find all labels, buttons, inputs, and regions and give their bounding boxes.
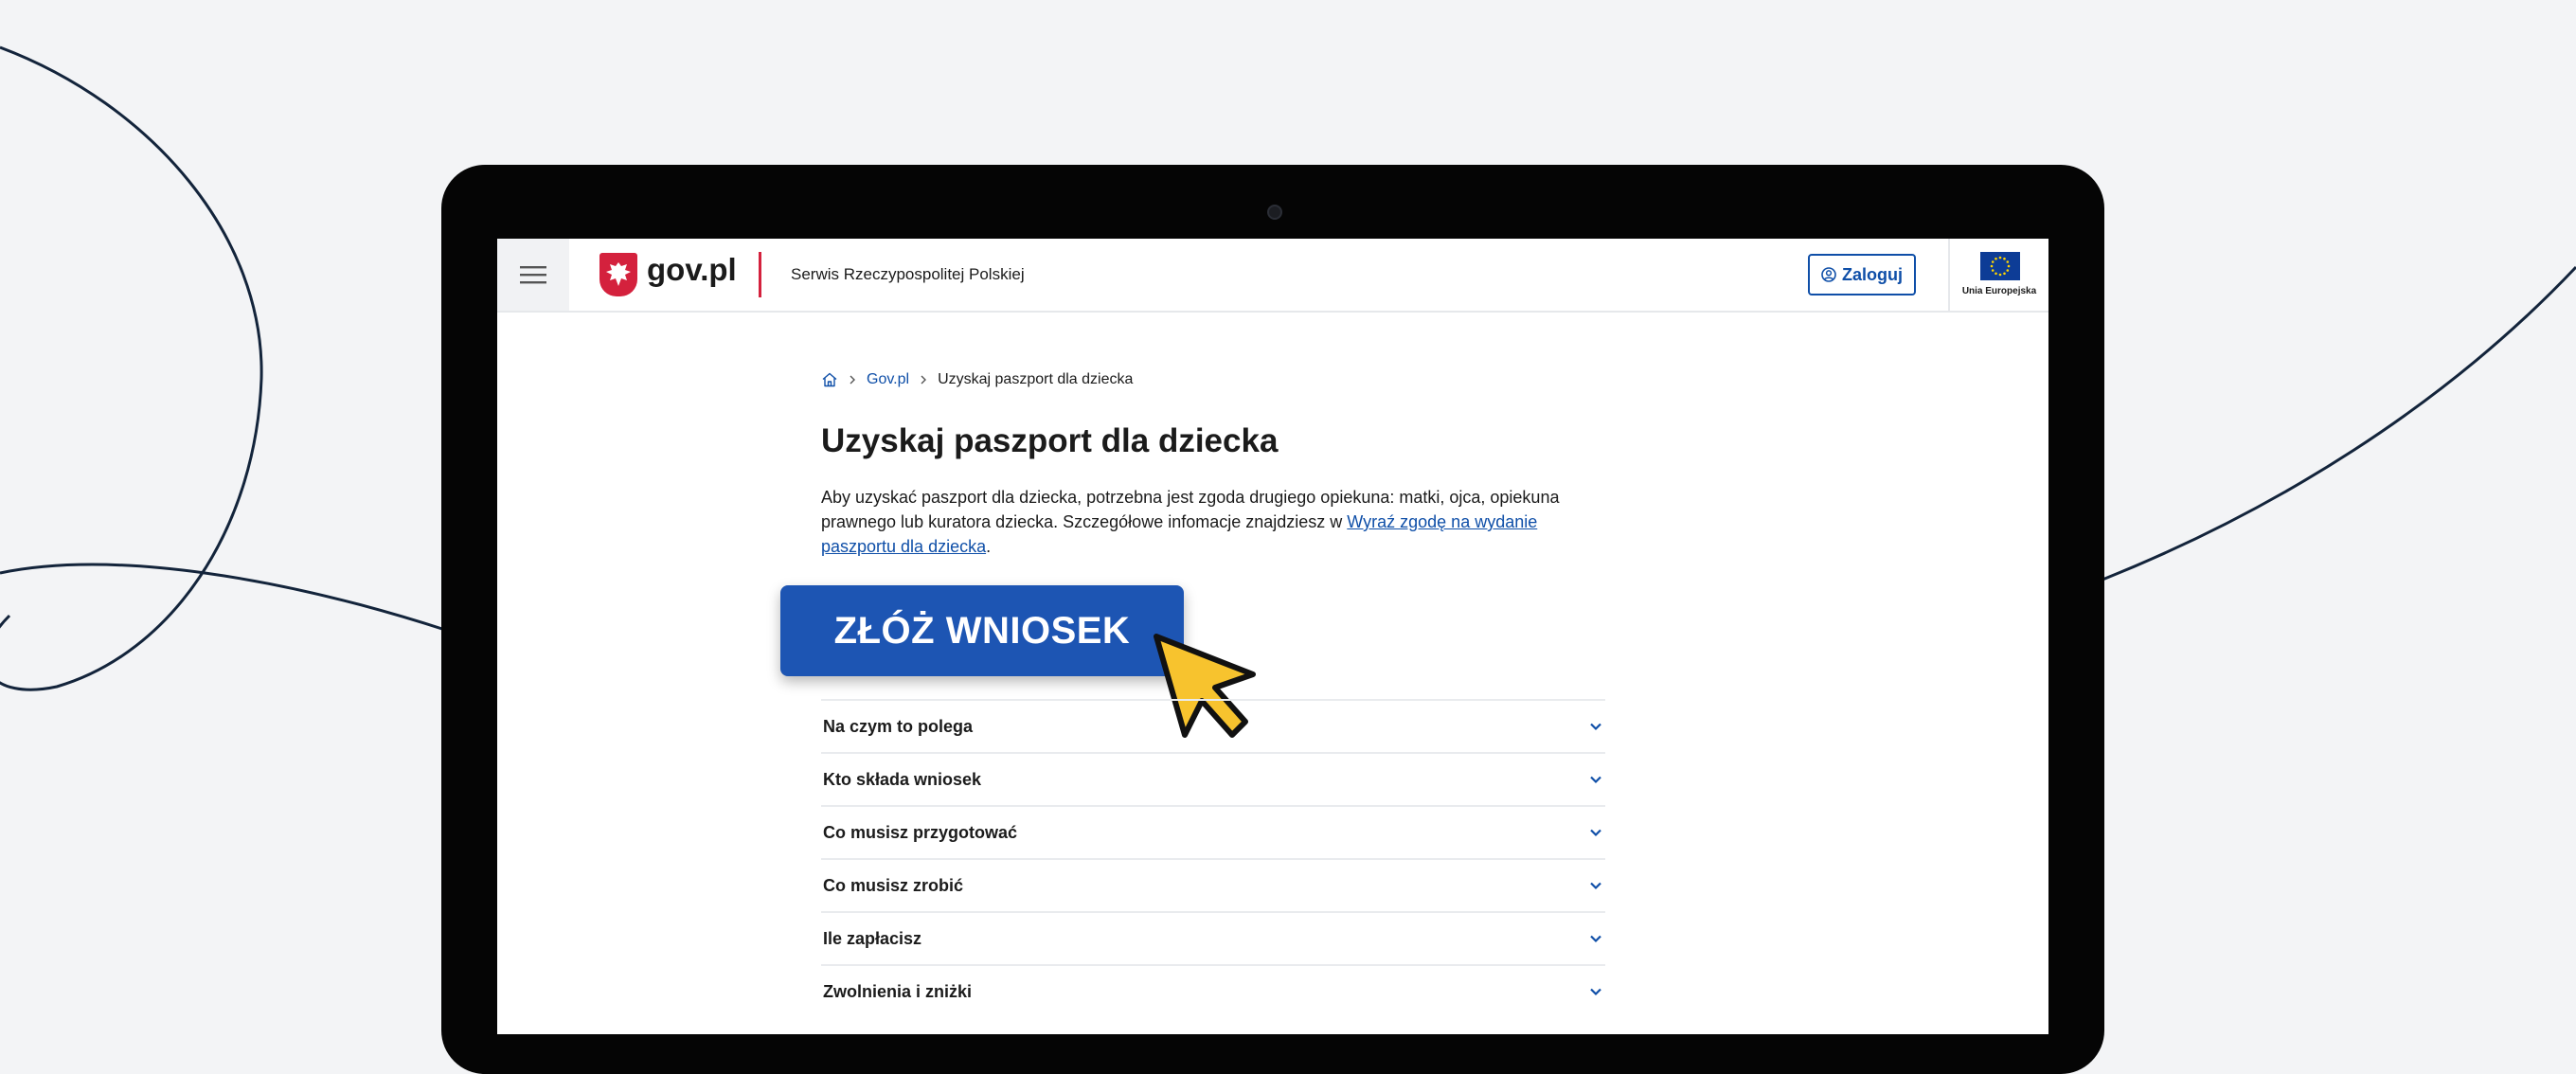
accordion-item[interactable]: Co musisz przygotować xyxy=(821,805,1605,858)
chevron-down-icon xyxy=(1590,882,1601,890)
webcam xyxy=(1267,205,1282,220)
eu-logo: Unia Europejska xyxy=(1948,239,2048,311)
chevron-down-icon xyxy=(1590,988,1601,996)
hamburger-icon xyxy=(520,266,546,284)
intro-end: . xyxy=(986,537,992,556)
logo-divider xyxy=(759,252,761,297)
accordion-item[interactable]: Na czym to polega xyxy=(821,699,1605,752)
eu-flag-icon xyxy=(1980,252,2020,280)
chevron-down-icon xyxy=(1590,935,1601,943)
browser-screen: gov.pl Serwis Rzeczypospolitej Polskiej … xyxy=(497,239,2048,1034)
chevron-right-icon xyxy=(921,375,927,385)
accordion-item[interactable]: Kto składa wniosek xyxy=(821,752,1605,805)
accordion-item[interactable]: Co musisz zrobić xyxy=(821,858,1605,911)
submit-application-button[interactable]: ZŁÓŻ WNIOSEK xyxy=(780,585,1184,676)
menu-button[interactable] xyxy=(497,239,569,311)
eu-label: Unia Europejska xyxy=(1961,286,2037,296)
accordion-item[interactable]: Ile zapłacisz xyxy=(821,911,1605,964)
user-circle-icon xyxy=(1821,267,1836,282)
gov-logo-text[interactable]: gov.pl xyxy=(647,252,737,288)
accordion-item[interactable]: Zwolnienia i zniżki xyxy=(821,964,1605,1017)
chevron-right-icon xyxy=(850,375,855,385)
login-label: Zaloguj xyxy=(1842,264,1903,284)
breadcrumb: Gov.pl Uzyskaj paszport dla dziecka xyxy=(821,371,1133,388)
chevron-down-icon xyxy=(1590,829,1601,837)
breadcrumb-link-gov[interactable]: Gov.pl xyxy=(867,371,909,388)
chevron-down-icon xyxy=(1590,776,1601,784)
service-name: Serwis Rzeczypospolitej Polskiej xyxy=(791,265,1025,283)
login-button[interactable]: Zaloguj xyxy=(1808,254,1916,295)
page-title: Uzyskaj paszport dla dziecka xyxy=(821,422,1279,459)
home-icon[interactable] xyxy=(821,371,838,388)
site-header: gov.pl Serwis Rzeczypospolitej Polskiej … xyxy=(497,239,2048,313)
intro-paragraph: Aby uzyskać paszport dla dziecka, potrze… xyxy=(821,485,1569,559)
breadcrumb-current: Uzyskaj paszport dla dziecka xyxy=(938,371,1134,387)
info-accordion: Na czym to polega Kto składa wniosek Co … xyxy=(821,699,1605,1017)
polish-eagle-emblem-icon xyxy=(599,253,637,296)
chevron-down-icon xyxy=(1590,723,1601,731)
